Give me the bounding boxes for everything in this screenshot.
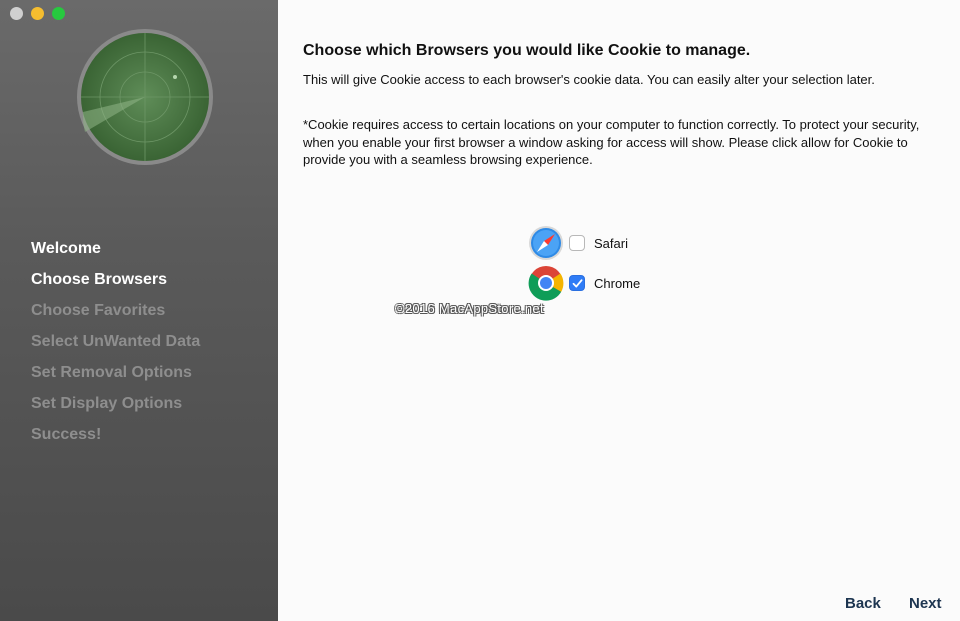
minimize-window-button[interactable] — [31, 7, 44, 20]
main-panel: Choose which Browsers you would like Coo… — [278, 0, 960, 621]
chrome-checkbox[interactable] — [569, 275, 585, 291]
step-select-unwanted-data: Select UnWanted Data — [31, 333, 201, 350]
maximize-window-button[interactable] — [52, 7, 65, 20]
safari-label: Safari — [594, 235, 628, 251]
safari-icon — [529, 226, 563, 260]
chrome-icon — [528, 266, 564, 301]
sidebar: Welcome Choose Browsers Choose Favorites… — [0, 0, 278, 621]
radar-icon — [77, 29, 213, 165]
page-title: Choose which Browsers you would like Coo… — [303, 42, 751, 59]
browser-option-chrome[interactable]: Chrome — [528, 265, 640, 301]
window-controls — [10, 7, 65, 20]
step-welcome: Welcome — [31, 240, 101, 257]
step-success: Success! — [31, 426, 102, 443]
step-set-display-options: Set Display Options — [31, 395, 183, 412]
description-text: This will give Cookie access to each bro… — [303, 72, 875, 87]
setup-steps: Welcome Choose Browsers Choose Favorites… — [31, 240, 200, 457]
browser-option-safari[interactable]: Safari — [528, 225, 628, 261]
step-choose-favorites: Choose Favorites — [31, 302, 166, 319]
note-text: *Cookie requires access to certain locat… — [303, 117, 920, 167]
back-button[interactable]: Back — [845, 595, 881, 612]
step-set-removal-options: Set Removal Options — [31, 364, 192, 381]
checkmark-icon — [572, 278, 582, 287]
close-window-button[interactable] — [10, 7, 23, 20]
safari-checkbox[interactable] — [569, 235, 585, 251]
step-choose-browsers: Choose Browsers — [31, 271, 168, 288]
watermark: ©2016 MacAppStore.net — [395, 301, 544, 316]
next-button[interactable]: Next — [909, 595, 942, 612]
chrome-label: Chrome — [594, 275, 641, 291]
